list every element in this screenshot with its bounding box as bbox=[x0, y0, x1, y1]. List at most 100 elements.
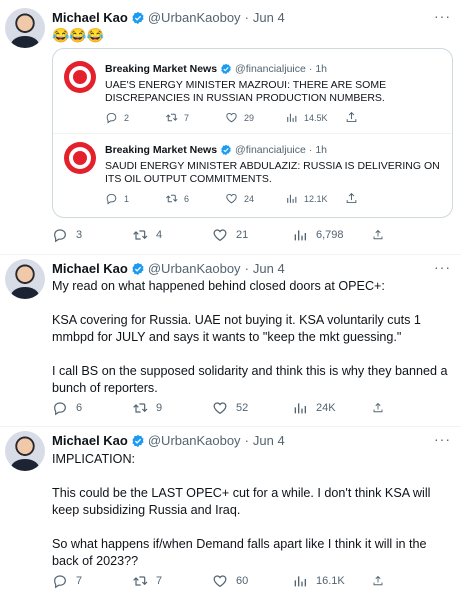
reply-button[interactable]: 6 bbox=[52, 400, 132, 416]
more-options-icon[interactable]: ··· bbox=[434, 431, 451, 447]
quoted-tweet-time[interactable]: 1h bbox=[315, 144, 327, 156]
retweet-button[interactable]: 6 bbox=[165, 192, 225, 205]
tweet-paragraph: So what happens if/when Demand falls apa… bbox=[52, 537, 427, 568]
views-button[interactable]: 16.1K bbox=[292, 573, 372, 589]
verified-icon bbox=[131, 262, 145, 276]
separator: · bbox=[308, 63, 313, 75]
share-button[interactable] bbox=[345, 111, 405, 124]
tweet-paragraph: IMPLICATION: bbox=[52, 452, 136, 466]
share-icon bbox=[372, 400, 384, 416]
verified-icon bbox=[220, 144, 232, 156]
views-button[interactable]: 12.1K bbox=[285, 192, 345, 205]
separator: · bbox=[244, 261, 249, 276]
tweet-2[interactable]: Michael Kao @UrbanKaoboy · Jun 4 ··· My … bbox=[0, 255, 461, 425]
views-button[interactable]: 6,798 bbox=[292, 227, 372, 243]
views-icon bbox=[292, 400, 308, 416]
retweet-button[interactable]: 7 bbox=[165, 111, 225, 124]
reply-icon bbox=[52, 400, 68, 416]
more-options-icon[interactable]: ··· bbox=[434, 8, 451, 24]
retweet-icon bbox=[165, 111, 178, 124]
tweet-1[interactable]: Michael Kao @UrbanKaoboy · Jun 4 ··· 😂😂😂… bbox=[0, 0, 461, 252]
quoted-author-name[interactable]: Breaking Market News bbox=[105, 144, 217, 156]
reply-button[interactable]: 1 bbox=[105, 192, 165, 205]
avatar[interactable] bbox=[5, 259, 45, 299]
reply-button[interactable]: 7 bbox=[52, 573, 132, 589]
retweet-icon bbox=[132, 227, 148, 243]
view-count: 14.5K bbox=[304, 112, 328, 123]
quoted-tweet-2[interactable]: Breaking Market News @financialjuice · 1… bbox=[53, 134, 452, 218]
reply-icon bbox=[52, 573, 68, 589]
views-icon bbox=[292, 573, 308, 589]
like-button[interactable]: 60 bbox=[212, 573, 292, 589]
author-handle[interactable]: @UrbanKaoboy bbox=[148, 10, 241, 26]
reply-count: 6 bbox=[76, 402, 83, 414]
tweet-date[interactable]: Jun 4 bbox=[253, 433, 285, 449]
tweet-date[interactable]: Jun 4 bbox=[253, 261, 285, 277]
quoted-author-handle[interactable]: @financialjuice bbox=[235, 63, 306, 75]
author-name[interactable]: Michael Kao bbox=[52, 10, 128, 26]
retweet-button[interactable]: 4 bbox=[132, 227, 212, 243]
avatar[interactable] bbox=[5, 431, 45, 471]
separator: · bbox=[244, 433, 249, 448]
quoted-tweet-text: SAUDI ENERGY MINISTER ABDULAZIZ: RUSSIA … bbox=[105, 160, 440, 185]
views-button[interactable]: 14.5K bbox=[285, 111, 345, 124]
like-button[interactable]: 21 bbox=[212, 227, 292, 243]
like-count: 24 bbox=[244, 193, 255, 204]
like-button[interactable]: 24 bbox=[225, 192, 285, 205]
reply-icon bbox=[105, 192, 118, 205]
author-handle[interactable]: @UrbanKaoboy bbox=[148, 433, 241, 449]
tweet-date[interactable]: Jun 4 bbox=[253, 10, 285, 26]
tweet-paragraph: My read on what happened behind closed d… bbox=[52, 279, 385, 293]
like-count: 29 bbox=[244, 112, 255, 123]
retweet-button[interactable]: 9 bbox=[132, 400, 212, 416]
share-icon bbox=[345, 111, 358, 124]
view-count: 12.1K bbox=[304, 193, 328, 204]
like-count: 21 bbox=[236, 229, 249, 241]
views-icon bbox=[285, 111, 298, 124]
quoted-tweets-card[interactable]: Breaking Market News @financialjuice · 1… bbox=[52, 48, 453, 218]
more-options-icon[interactable]: ··· bbox=[434, 259, 451, 275]
reply-button[interactable]: 2 bbox=[105, 111, 165, 124]
share-button[interactable] bbox=[372, 573, 392, 589]
like-button[interactable]: 29 bbox=[225, 111, 285, 124]
quoted-tweet-1[interactable]: Breaking Market News @financialjuice · 1… bbox=[53, 49, 452, 133]
tweet-3[interactable]: Michael Kao @UrbanKaoboy · Jun 4 ··· IMP… bbox=[0, 427, 461, 601]
author-name[interactable]: Michael Kao bbox=[52, 433, 128, 449]
retweet-count: 9 bbox=[156, 402, 163, 414]
tweet-text: 😂😂😂 bbox=[52, 27, 105, 43]
author-name[interactable]: Michael Kao bbox=[52, 261, 128, 277]
retweet-count: 6 bbox=[184, 193, 190, 204]
separator: · bbox=[244, 10, 249, 25]
views-icon bbox=[285, 192, 298, 205]
retweet-icon bbox=[132, 573, 148, 589]
retweet-icon bbox=[165, 192, 178, 205]
avatar[interactable] bbox=[5, 8, 45, 48]
reply-button[interactable]: 3 bbox=[52, 227, 132, 243]
quoted-tweet-text: UAE'S ENERGY MINISTER MAZROUI: THERE ARE… bbox=[105, 79, 387, 104]
quoted-author-handle[interactable]: @financialjuice bbox=[235, 144, 306, 156]
share-button[interactable] bbox=[372, 227, 392, 243]
quoted-tweet-time[interactable]: 1h bbox=[315, 63, 327, 75]
quoted-author-name[interactable]: Breaking Market News bbox=[105, 63, 217, 75]
retweet-count: 7 bbox=[184, 112, 190, 123]
share-icon bbox=[372, 227, 384, 243]
tweet-text: IMPLICATION: This could be the LAST OPEC… bbox=[52, 451, 452, 570]
view-count: 24K bbox=[316, 402, 336, 414]
retweet-button[interactable]: 7 bbox=[132, 573, 212, 589]
retweet-count: 4 bbox=[156, 229, 163, 241]
views-button[interactable]: 24K bbox=[292, 400, 372, 416]
author-handle[interactable]: @UrbanKaoboy bbox=[148, 261, 241, 277]
share-button[interactable] bbox=[372, 400, 392, 416]
like-icon bbox=[212, 400, 228, 416]
like-icon bbox=[225, 111, 238, 124]
verified-icon bbox=[131, 11, 145, 25]
like-icon bbox=[212, 227, 228, 243]
like-count: 52 bbox=[236, 402, 249, 414]
share-button[interactable] bbox=[345, 192, 405, 205]
separator: · bbox=[308, 144, 313, 156]
quoted-avatar[interactable] bbox=[64, 142, 96, 174]
retweet-icon bbox=[132, 400, 148, 416]
quoted-avatar[interactable] bbox=[64, 61, 96, 93]
like-button[interactable]: 52 bbox=[212, 400, 292, 416]
views-icon bbox=[292, 227, 308, 243]
